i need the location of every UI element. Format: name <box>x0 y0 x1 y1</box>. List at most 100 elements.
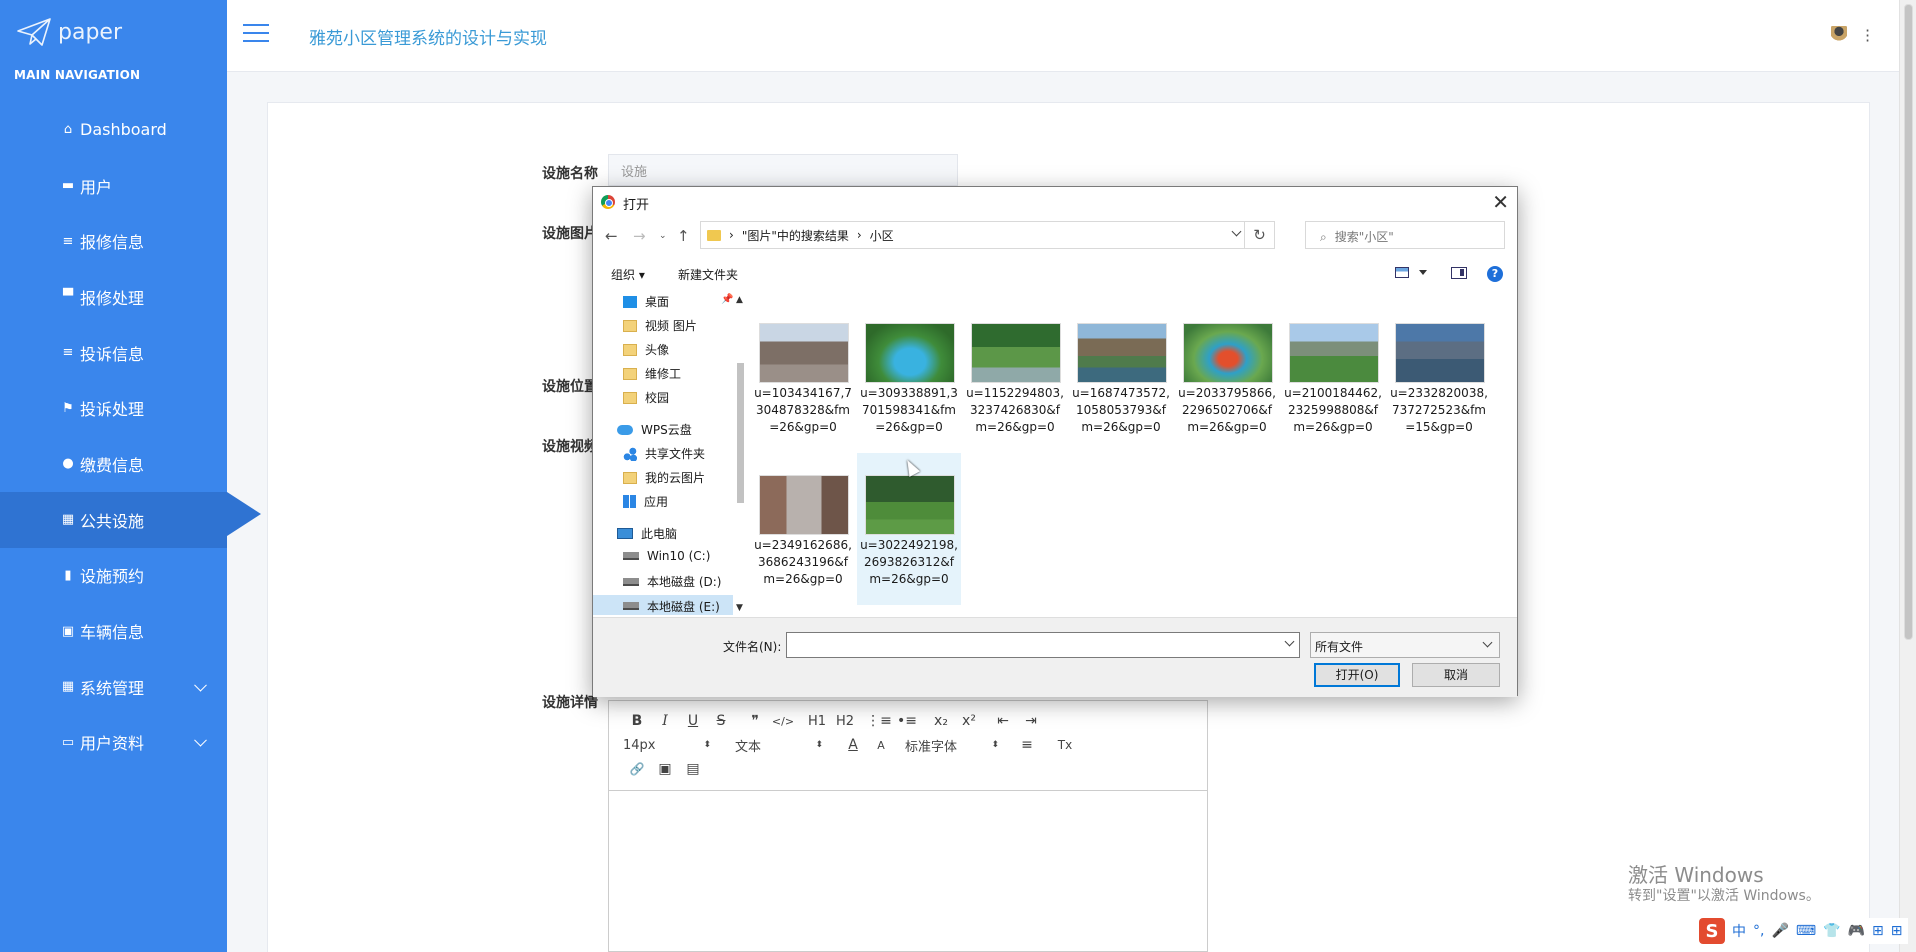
file-item[interactable]: u=2033795866,2296502706&fm=26&gp=0 <box>1175 301 1279 453</box>
sidebar-item-system[interactable]: ▦ 系统管理 <box>0 659 227 715</box>
scrollbar-thumb[interactable] <box>1904 4 1913 640</box>
ordered-list-button[interactable]: ⋮≡ <box>865 713 893 729</box>
filename-input[interactable] <box>786 632 1300 658</box>
toolbox-icon[interactable]: ⊞ <box>1872 923 1884 939</box>
image-button[interactable]: ▣ <box>651 761 679 777</box>
ime-punctuation-toggle[interactable]: °, <box>1753 923 1764 939</box>
game-icon[interactable]: 🎮 <box>1848 923 1865 939</box>
apps-icon[interactable]: ⊞ <box>1891 923 1903 939</box>
bullet-list-button[interactable]: •≡ <box>893 713 921 729</box>
view-icon[interactable] <box>1395 267 1409 278</box>
file-item[interactable]: u=309338891,3701598341&fm=26&gp=0 <box>857 301 961 453</box>
tree-item-wps-cloud[interactable]: WPS云盘 <box>617 421 692 438</box>
ime-mode-toggle[interactable]: 中 <box>1732 921 1746 941</box>
open-button[interactable]: 打开(O) <box>1314 663 1400 687</box>
h1-button[interactable]: H1 <box>803 714 831 729</box>
italic-button[interactable]: I <box>651 713 679 729</box>
code-button[interactable]: </> <box>769 715 797 728</box>
up-arrow-icon[interactable]: ↑ <box>677 227 690 245</box>
sidebar-item-facilities[interactable]: ▦ 公共设施 <box>0 491 261 548</box>
sidebar-item-users[interactable]: ▬ 用户 <box>0 158 227 214</box>
back-arrow-icon[interactable]: ← <box>605 227 618 245</box>
file-type-select[interactable]: 所有文件 <box>1310 632 1500 658</box>
file-item[interactable]: u=103434167,7304878328&fm=26&gp=0 <box>751 301 855 453</box>
organize-button[interactable]: 组织 ▾ <box>611 266 645 283</box>
tree-item-this-pc[interactable]: 此电脑 <box>617 525 677 542</box>
file-item[interactable]: u=1687473572,1058053793&fm=26&gp=0 <box>1069 301 1173 453</box>
file-item[interactable]: u=1152294803,3237426830&fm=26&gp=0 <box>963 301 1067 453</box>
align-button[interactable]: ≡ <box>1013 737 1041 753</box>
preview-pane-icon[interactable] <box>1451 267 1467 279</box>
h2-button[interactable]: H2 <box>831 714 859 729</box>
scroll-up-icon[interactable]: ▲ <box>736 295 743 305</box>
sidebar-item-complaint-info[interactable]: ≡ 投诉信息 <box>0 325 227 381</box>
tree-item-campus[interactable]: 校园 <box>623 389 669 406</box>
refresh-icon[interactable]: ↻ <box>1245 221 1275 249</box>
file-item[interactable]: u=2100184462,2325998808&fm=26&gp=0 <box>1281 301 1385 453</box>
underline-button[interactable]: U <box>679 713 707 729</box>
indent-button[interactable]: ⇥ <box>1017 713 1045 729</box>
sidebar-item-reservation[interactable]: ▮ 设施预约 <box>0 548 227 604</box>
avatar[interactable] <box>1831 26 1847 44</box>
scrollbar-thumb[interactable] <box>737 363 744 503</box>
menu-toggle-icon[interactable] <box>243 24 269 44</box>
sidebar-item-dashboard[interactable]: ⌂ Dashboard <box>0 102 227 158</box>
bold-button[interactable]: B <box>623 713 651 729</box>
superscript-button[interactable]: x² <box>955 713 983 729</box>
sidebar-item-payment[interactable]: ● 缴费信息 <box>0 436 227 492</box>
dialog-titlebar[interactable]: 打开 ✕ <box>593 187 1517 217</box>
file-item[interactable]: u=2332820038,737272523&fm=15&gp=0 <box>1387 301 1491 453</box>
search-input[interactable]: ⌕ 搜索"小区" <box>1305 221 1505 249</box>
sogou-logo-icon[interactable]: S <box>1699 918 1725 944</box>
block-type-select[interactable]: 文本 ⬍ <box>735 736 823 755</box>
facility-name-input[interactable]: 设施 <box>608 154 958 186</box>
video-button[interactable]: ▤ <box>679 761 707 777</box>
quote-button[interactable]: ❞ <box>741 713 769 729</box>
updown-icon: ⬍ <box>991 740 999 750</box>
tree-scrollbar[interactable]: ▲ ▼ <box>733 293 747 615</box>
breadcrumb-folder[interactable]: 小区 <box>870 227 894 244</box>
tree-item-cloud-pictures[interactable]: 我的云图片 <box>623 469 705 486</box>
file-item[interactable]: u=2349162686,3686243196&fm=26&gp=0 <box>751 453 855 605</box>
microphone-icon[interactable]: 🎤 <box>1771 923 1788 939</box>
close-icon[interactable]: ✕ <box>1492 190 1509 214</box>
font-color-button[interactable]: A <box>839 737 867 753</box>
skin-icon[interactable]: 👕 <box>1823 923 1840 939</box>
background-color-button[interactable]: A <box>867 739 895 752</box>
tree-item-drive-d[interactable]: 本地磁盘 (D:) <box>623 573 721 590</box>
strike-button[interactable]: S <box>707 713 735 729</box>
address-bar[interactable]: › "图片"中的搜索结果 › 小区 <box>700 221 1245 249</box>
tree-item-shared-folder[interactable]: 共享文件夹 <box>623 445 705 462</box>
sidebar-item-profile[interactable]: ▭ 用户资料 <box>0 715 227 771</box>
link-button[interactable]: 🔗 <box>623 762 651 776</box>
sidebar-item-repair-info[interactable]: ≡ 报修信息 <box>0 213 227 269</box>
new-folder-button[interactable]: 新建文件夹 <box>678 266 738 283</box>
scroll-down-icon[interactable]: ▼ <box>736 603 743 613</box>
tree-item-videos-pictures[interactable]: 视频 图片 <box>623 317 697 334</box>
tree-item-apps[interactable]: 应用 <box>623 493 668 510</box>
tree-item-drive-e[interactable]: 本地磁盘 (E:) <box>593 595 733 615</box>
sidebar-item-vehicles[interactable]: ▣ 车辆信息 <box>0 603 227 659</box>
view-dropdown-icon[interactable] <box>1419 270 1427 275</box>
font-size-select[interactable]: 14px ⬍ <box>623 738 711 753</box>
recent-dropdown-icon[interactable]: ⌄ <box>659 231 667 241</box>
keyboard-icon[interactable]: ⌨ <box>1796 923 1816 939</box>
tree-item-maintenance[interactable]: 维修工 <box>623 365 681 382</box>
app-logo[interactable]: paper <box>16 14 122 50</box>
cancel-button[interactable]: 取消 <box>1412 663 1500 687</box>
clear-format-button[interactable]: Tx <box>1051 738 1079 752</box>
help-icon[interactable]: ? <box>1487 266 1503 282</box>
forward-arrow-icon[interactable]: → <box>633 227 646 245</box>
more-options-icon[interactable]: · · · <box>1865 23 1870 49</box>
outdent-button[interactable]: ⇤ <box>989 713 1017 729</box>
sidebar-item-repair-handle[interactable]: ▀ 报修处理 <box>0 269 227 325</box>
sidebar-item-complaint-handle[interactable]: ⚑ 投诉处理 <box>0 380 227 436</box>
chevron-down-icon[interactable] <box>1231 226 1242 237</box>
tree-item-avatar[interactable]: 头像 <box>623 341 669 358</box>
tree-item-drive-c[interactable]: Win10 (C:) <box>623 549 710 563</box>
font-family-select[interactable]: 标准字体 ⬍ <box>905 736 999 755</box>
tree-item-desktop[interactable]: 桌面 <box>623 293 669 310</box>
breadcrumb-search-results[interactable]: "图片"中的搜索结果 <box>742 227 849 244</box>
subscript-button[interactable]: x₂ <box>927 713 955 729</box>
page-scrollbar[interactable] <box>1899 0 1916 952</box>
